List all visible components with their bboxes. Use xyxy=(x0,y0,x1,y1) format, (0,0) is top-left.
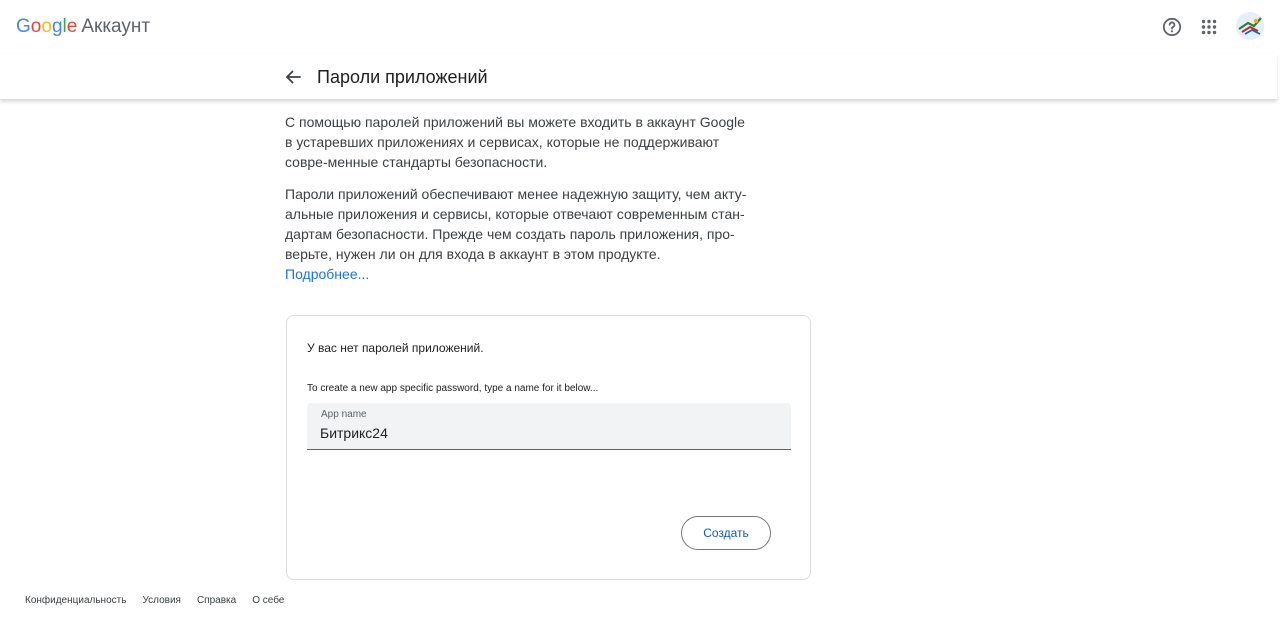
create-button[interactable]: Создать xyxy=(681,516,771,550)
logo-letter: o xyxy=(41,16,52,37)
product-name: Аккаунт xyxy=(81,16,151,37)
avatar[interactable] xyxy=(1236,12,1264,40)
page-title: Пароли приложений xyxy=(317,67,488,87)
app-passwords-card: У вас нет паролей приложений. To create … xyxy=(286,315,811,580)
logo-letter: e xyxy=(66,16,78,37)
logo-letter: g xyxy=(51,16,63,37)
app-name-field[interactable]: App name xyxy=(307,403,791,450)
google-account-logo[interactable]: Google Аккаунт xyxy=(16,14,150,40)
logo-letter: G xyxy=(16,16,31,37)
page-header: Пароли приложений xyxy=(0,54,1277,100)
description-paragraph-1: С помощью паролей приложений вы можете в… xyxy=(285,114,745,170)
google-logo-text: Google xyxy=(16,16,77,37)
description: С помощью паролей приложений вы можете в… xyxy=(285,112,755,284)
description-paragraph-2: Пароли приложений обеспечивают менее над… xyxy=(285,186,747,262)
no-passwords-message: У вас нет паролей приложений. xyxy=(307,341,484,355)
create-hint: To create a new app specific password, t… xyxy=(307,383,599,394)
footer-link-about[interactable]: О себе xyxy=(252,594,284,608)
apps-grid-icon[interactable] xyxy=(1196,14,1222,40)
learn-more-link[interactable]: Подробнее... xyxy=(285,264,755,284)
logo-letter: o xyxy=(30,16,42,37)
top-bar: Google Аккаунт xyxy=(0,0,1280,54)
footer-link-terms[interactable]: Условия xyxy=(142,594,181,608)
footer-link-privacy[interactable]: Конфиденциальность xyxy=(25,594,126,608)
help-icon[interactable] xyxy=(1159,14,1185,40)
arrow-back-icon[interactable] xyxy=(280,64,306,90)
app-name-input[interactable] xyxy=(320,423,780,443)
footer: Конфиденциальность Условия Справка О себ… xyxy=(25,594,284,608)
footer-link-help[interactable]: Справка xyxy=(197,594,236,608)
app-name-label: App name xyxy=(321,409,367,420)
